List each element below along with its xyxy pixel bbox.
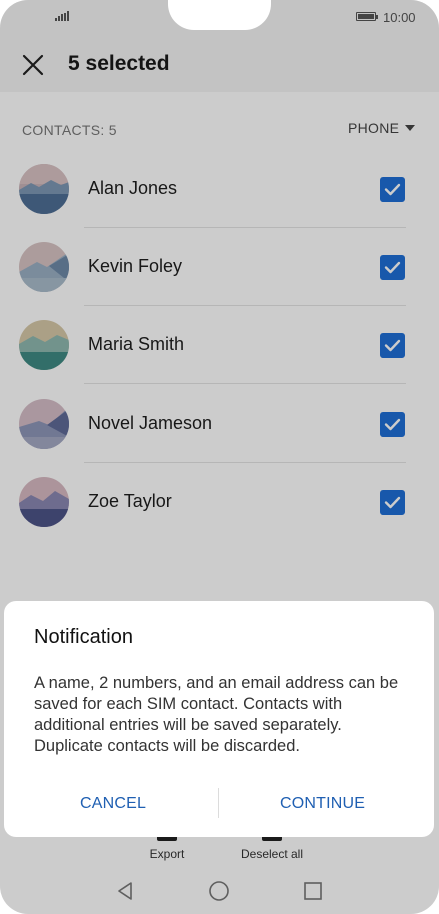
dialog-message: A name, 2 numbers, and an email address … bbox=[34, 674, 399, 755]
dialog-title: Notification bbox=[34, 626, 133, 648]
dialog-button-divider bbox=[218, 788, 219, 818]
camera-notch bbox=[168, 0, 271, 30]
cancel-button[interactable]: CANCEL bbox=[80, 795, 146, 813]
notification-dialog: Notification A name, 2 numbers, and an e… bbox=[4, 601, 434, 837]
phone-screen: 10:00 5 selected CONTACTS: 5 PHONE Alan … bbox=[0, 0, 439, 914]
continue-button[interactable]: CONTINUE bbox=[280, 795, 365, 813]
